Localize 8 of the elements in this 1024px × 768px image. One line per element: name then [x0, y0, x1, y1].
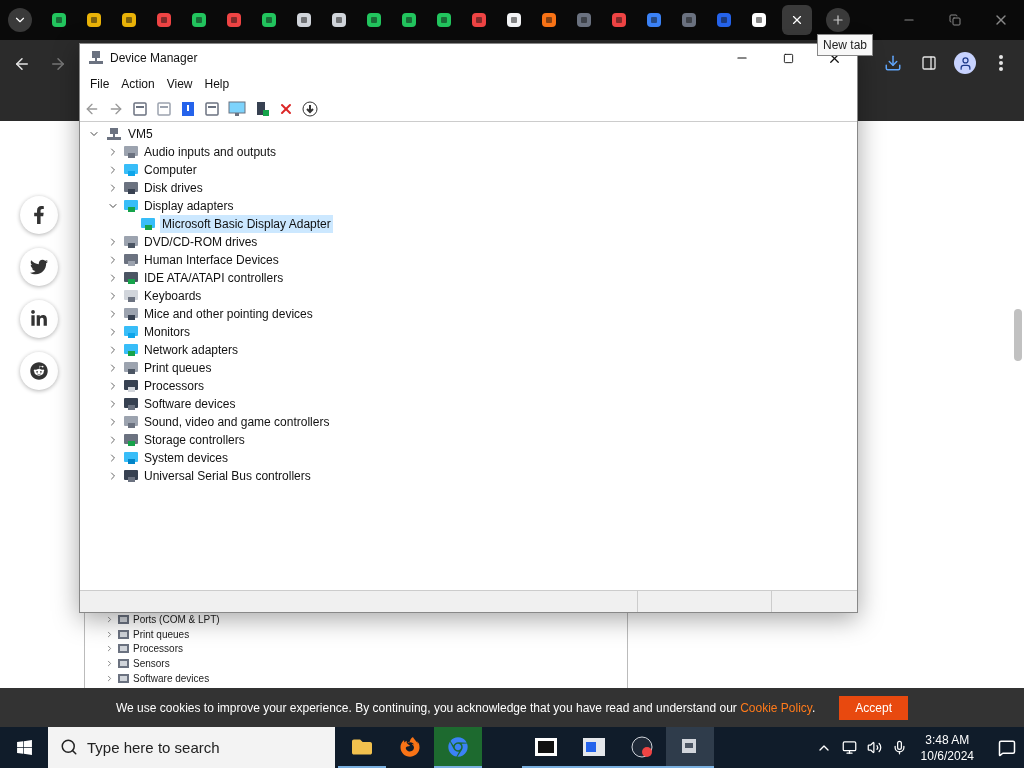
- cookie-message: We use cookies to improve your experience. By continuing, you acknowledge that you have read and understand our Cookie Policy.: [116, 699, 816, 717]
- tree-item-label: Sensors: [133, 656, 170, 671]
- tree-item-label: Processors: [133, 642, 183, 657]
- window-title: Device Manager: [110, 50, 198, 67]
- tree-item-label: Ports (COM & LPT): [133, 612, 220, 627]
- tree-item-label: Software devices: [133, 671, 210, 686]
- tooltip: New tab: [817, 34, 874, 56]
- tree-item-label: Print queues: [133, 627, 190, 642]
